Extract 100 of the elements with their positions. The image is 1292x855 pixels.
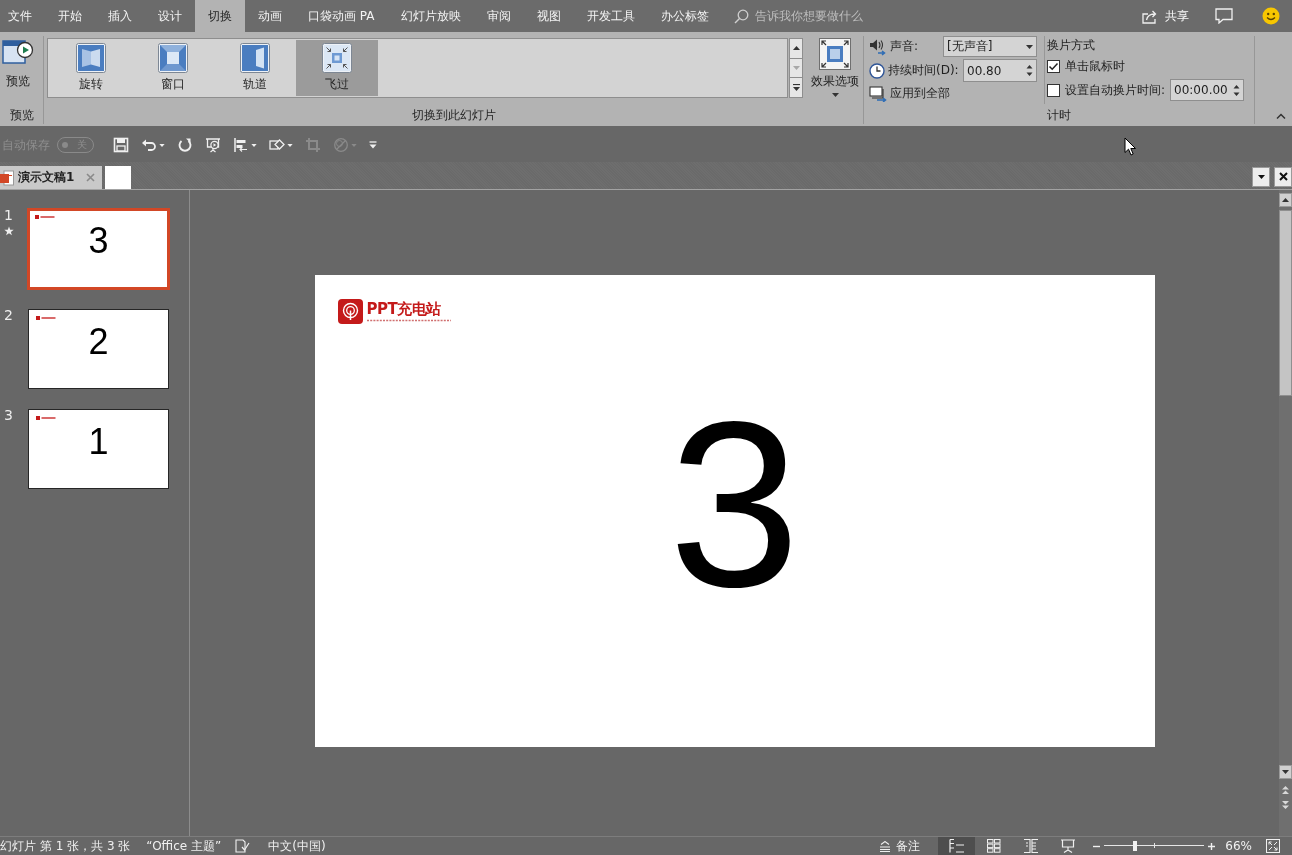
share-button[interactable]: 共享 — [1142, 7, 1189, 25]
tab-list-button[interactable] — [1252, 166, 1270, 187]
presentation-file-icon — [0, 169, 14, 186]
proofing-icon[interactable] — [235, 839, 251, 853]
notes-button[interactable]: 备注 — [879, 837, 921, 855]
spin-arrows-icon[interactable] — [1026, 64, 1033, 77]
sound-label: 声音: — [890, 38, 919, 55]
checkbox[interactable] — [1047, 59, 1060, 73]
comment-icon[interactable] — [1215, 8, 1233, 24]
ribbon-tab[interactable]: 动画 — [245, 0, 295, 32]
mini-logo-icon — [35, 215, 55, 219]
down-arrow-icon — [792, 66, 800, 70]
preview-button[interactable]: 预览 — [2, 38, 34, 90]
slide-sorter-icon — [985, 839, 1002, 853]
logo-mark-icon — [337, 299, 363, 324]
section-title: 换片方式 — [1047, 37, 1095, 54]
ribbon-tab[interactable]: 开发工具 — [573, 0, 648, 32]
collapse-ribbon-icon[interactable] — [1276, 113, 1286, 119]
align-icon — [233, 137, 249, 153]
blank-tab[interactable] — [105, 166, 132, 189]
transition-effect-icon — [322, 43, 352, 73]
reading-view-icon — [1022, 839, 1039, 853]
checkbox[interactable] — [1047, 83, 1060, 97]
previous-slide-button[interactable] — [1279, 784, 1292, 795]
close-button[interactable] — [1274, 166, 1292, 187]
mini-logo-icon — [36, 316, 56, 320]
ribbon-tab[interactable]: 幻灯片放映 — [387, 0, 474, 32]
caret-icon — [831, 93, 839, 97]
ribbon-tab[interactable]: 办公标签 — [647, 0, 722, 32]
theme-name: “Office 主题” — [146, 837, 222, 855]
slide-number: 1 — [4, 208, 13, 223]
notes-icon — [879, 840, 892, 852]
caret-icon — [1026, 44, 1033, 49]
ribbon-tab[interactable]: 口袋动画 PA — [295, 0, 388, 32]
ribbon-tab[interactable]: 开始 — [45, 0, 95, 32]
transition-option[interactable]: 窗口 — [132, 40, 214, 96]
slide-thumbnail[interactable]: 1 — [28, 409, 169, 489]
zoom-slider-thumb[interactable] — [1133, 841, 1138, 851]
group-label: 切换到此幻灯片 — [410, 107, 497, 124]
save-icon — [113, 137, 129, 153]
caret-icon — [159, 143, 165, 147]
ribbon-tab[interactable]: 插入 — [95, 0, 145, 32]
no-fill-icon — [333, 137, 349, 153]
ribbon-tab[interactable]: 切换 — [195, 0, 245, 32]
effect-options-button[interactable]: 效果选项 — [807, 38, 863, 97]
mini-logo-icon — [36, 416, 56, 420]
gallery-more-button[interactable] — [789, 77, 803, 98]
scroll-down-button[interactable] — [1279, 765, 1292, 779]
time-spinbox[interactable]: 00:00.00 — [1170, 79, 1245, 101]
smiley-icon[interactable] — [1262, 7, 1280, 25]
ribbon-tab[interactable]: 文件 — [0, 0, 45, 32]
transition-effect-icon — [76, 43, 106, 73]
thumbnail-digit: 3 — [88, 223, 109, 259]
thumbnail-digit: 1 — [88, 424, 109, 460]
ribbon-tab[interactable]: 视图 — [523, 0, 574, 32]
fit-to-window-icon[interactable] — [1266, 839, 1280, 853]
language-text[interactable]: 中文(中国) — [268, 837, 326, 855]
transition-option[interactable]: 飞过 — [296, 40, 378, 96]
checkbox-label[interactable]: 单击鼠标时 — [1065, 57, 1125, 75]
slideshow-view-icon — [1059, 839, 1076, 853]
presentation-play-icon — [205, 137, 221, 153]
speaker-icon — [869, 37, 887, 56]
caret-icon — [1257, 174, 1265, 179]
slide-number: 3 — [4, 408, 13, 423]
zoom-slider[interactable] — [1104, 841, 1205, 851]
close-icon — [1278, 172, 1288, 181]
slide-digit: 3 — [668, 386, 801, 622]
zoom-percent[interactable]: 66% — [1225, 839, 1252, 853]
transition-option[interactable]: 轨道 — [214, 40, 296, 96]
undo-icon — [141, 137, 157, 153]
zoom-in-icon[interactable] — [1208, 842, 1216, 850]
ribbon-tab[interactable]: 设计 — [145, 0, 195, 32]
transition-effect-icon — [158, 43, 188, 73]
ribbon-tab[interactable]: 审阅 — [473, 0, 524, 32]
group-label: 计时 — [1046, 107, 1072, 124]
redo-icon — [177, 137, 193, 153]
gallery-scroll-button[interactable] — [789, 38, 803, 59]
checkbox-label[interactable]: 设置自动换片时间: — [1065, 81, 1166, 99]
search-field[interactable]: 告诉我你想要做什么 — [733, 0, 863, 32]
mouse-pointer-icon — [1124, 137, 1137, 156]
transition-option[interactable]: 旋转 — [50, 40, 132, 96]
double-up-arrow-icon — [1282, 785, 1289, 794]
more-arrow-icon — [792, 84, 800, 92]
scroll-up-button[interactable] — [1279, 193, 1292, 207]
document-tab[interactable]: 演示文稿1 — [0, 166, 103, 189]
apply-all-icon — [869, 85, 887, 102]
thumbnail-digit: 2 — [88, 324, 109, 360]
duration-spinbox[interactable]: 00.80 — [963, 59, 1037, 82]
view-button[interactable] — [938, 837, 976, 855]
up-arrow-icon — [1282, 198, 1289, 202]
duration-label: 持续时间(D): — [888, 62, 959, 79]
sound-dropdown[interactable]: [无声音] — [943, 36, 1037, 57]
shapes-icon — [269, 137, 285, 153]
slide-thumbnail[interactable]: 3 — [27, 208, 170, 290]
customize-toolbar-icon — [369, 141, 377, 149]
apply-to-all-button[interactable]: 应用到全部 — [869, 85, 950, 102]
scrollbar-thumb[interactable] — [1279, 210, 1292, 396]
slide-thumbnail[interactable]: 2 — [28, 309, 169, 389]
share-icon — [1142, 8, 1159, 24]
spin-arrows-icon[interactable] — [1233, 83, 1241, 97]
